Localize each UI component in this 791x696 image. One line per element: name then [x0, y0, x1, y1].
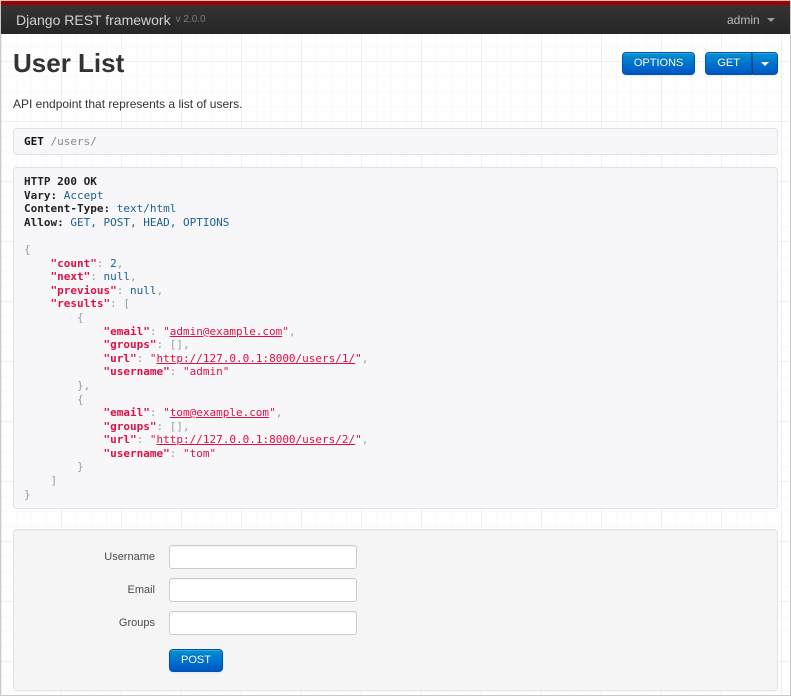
brand-version: v 2.0.0 [175, 14, 206, 25]
request-line: GET /users/ [13, 128, 778, 155]
user-dropdown-label: admin [726, 12, 760, 27]
json-link[interactable]: tom@example.com [170, 406, 269, 419]
groups-field[interactable] [169, 611, 357, 636]
json-link[interactable]: http://127.0.0.1:8000/users/2/ [156, 433, 355, 446]
browser-page: Django REST framework v 2.0.0 admin User… [0, 0, 791, 696]
form-row: Groups [29, 611, 762, 636]
json-link[interactable]: http://127.0.0.1:8000/users/1/ [156, 352, 355, 365]
get-button[interactable]: GET [705, 52, 752, 75]
action-buttons: OPTIONS GET [621, 52, 778, 75]
page-title: User List [13, 48, 125, 78]
chevron-down-icon [767, 17, 775, 22]
email-label: Email [127, 584, 155, 597]
form-actions: POST [169, 649, 762, 673]
get-format-dropdown[interactable] [752, 52, 778, 75]
user-dropdown[interactable]: admin [727, 13, 775, 27]
groups-label: Groups [118, 617, 155, 630]
options-button[interactable]: OPTIONS [621, 52, 696, 75]
post-button[interactable]: POST [169, 649, 223, 673]
username-label: Username [104, 551, 155, 564]
form-row: Email [29, 578, 762, 603]
navbar: Django REST framework v 2.0.0 admin [1, 1, 790, 34]
post-form: Username Email Groups POST [13, 529, 778, 692]
email-field[interactable] [169, 578, 357, 603]
request-method: GET [24, 135, 44, 148]
title-row: User List OPTIONS GET [13, 48, 778, 78]
get-split-button: GET [705, 52, 778, 75]
brand-title[interactable]: Django REST framework [16, 12, 171, 28]
json-link[interactable]: admin@example.com [170, 325, 283, 338]
request-path: /users/ [50, 135, 97, 148]
endpoint-description: API endpoint that represents a list of u… [13, 97, 243, 111]
form-row: Username [29, 545, 762, 570]
chevron-down-icon [761, 61, 769, 66]
username-field[interactable] [169, 545, 357, 570]
response-body: HTTP 200 OK Vary: Accept Content-Type: t… [13, 167, 778, 510]
